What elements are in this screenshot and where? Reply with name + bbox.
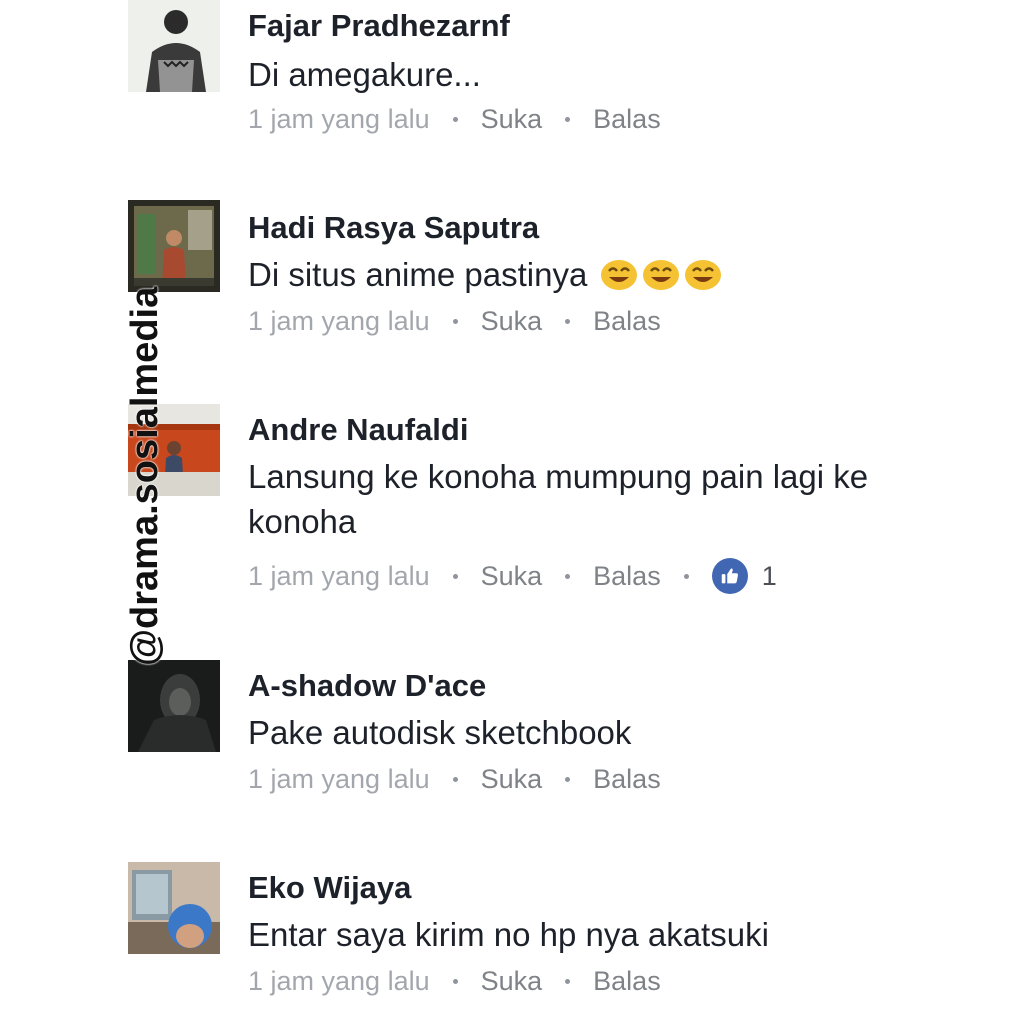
separator-dot [452, 319, 458, 324]
separator-dot [452, 777, 458, 782]
comment-meta: 1 jam yang lalu Suka Balas [248, 306, 661, 337]
comment-text: Di amegakure... [248, 56, 481, 93]
comment-timestamp[interactable]: 1 jam yang lalu [248, 306, 430, 337]
like-button[interactable]: Suka [481, 104, 543, 135]
comment-author[interactable]: Fajar Pradhezarnf [248, 8, 510, 44]
reply-button[interactable]: Balas [593, 306, 661, 337]
reply-button[interactable]: Balas [593, 764, 661, 795]
comment-author[interactable]: Hadi Rasya Saputra [248, 210, 539, 246]
avatar[interactable] [128, 200, 220, 292]
comment-text: Entar saya kirim no hp nya akatsuki [248, 916, 769, 953]
laughing-emoji-icon [684, 260, 721, 290]
comment-meta: 1 jam yang lalu Suka Balas [248, 966, 661, 997]
comment-author[interactable]: A-shadow D'ace [248, 668, 486, 704]
like-button[interactable]: Suka [481, 306, 543, 337]
comment-text: Lansung ke konoha mumpung pain lagi ke k… [248, 458, 869, 540]
separator-dot [452, 979, 458, 984]
thumbs-up-icon[interactable] [711, 558, 748, 594]
laughing-emoji-icon [600, 260, 637, 290]
comment-timestamp[interactable]: 1 jam yang lalu [248, 561, 430, 592]
comment-thread: Fajar Pradhezarnf Di amegakure... 1 jam … [0, 0, 1024, 1024]
comment-timestamp[interactable]: 1 jam yang lalu [248, 764, 430, 795]
avatar-photo [128, 862, 220, 954]
avatar-photo [128, 660, 220, 752]
reply-button[interactable]: Balas [593, 966, 661, 997]
separator-dot [565, 319, 571, 324]
thumbs-up-glyph [721, 568, 738, 584]
separator-dot [565, 979, 571, 984]
laughing-emoji-icon [642, 260, 679, 290]
comment-meta: 1 jam yang lalu Suka Balas [248, 764, 661, 795]
separator-dot [565, 573, 571, 579]
comment-author[interactable]: Andre Naufaldi [248, 412, 468, 448]
separator-dot [565, 777, 571, 782]
reaction-count[interactable]: 1 [762, 561, 777, 592]
comment-text: Di situs anime pastinya [248, 252, 928, 297]
separator-dot [452, 573, 458, 579]
separator-dot [452, 117, 458, 122]
comment-author[interactable]: Eko Wijaya [248, 870, 411, 906]
separator-dot [683, 573, 689, 579]
comment-meta: 1 jam yang lalu Suka Balas [248, 104, 661, 135]
reply-button[interactable]: Balas [593, 561, 661, 592]
comment-timestamp[interactable]: 1 jam yang lalu [248, 104, 430, 135]
avatar[interactable] [128, 862, 220, 954]
reply-button[interactable]: Balas [593, 104, 661, 135]
avatar[interactable] [128, 0, 220, 92]
watermark-text: @drama.sosialmedia [124, 286, 166, 666]
comment-timestamp[interactable]: 1 jam yang lalu [248, 966, 430, 997]
like-button[interactable]: Suka [481, 966, 543, 997]
avatar-photo [128, 200, 220, 292]
comment-text: Pake autodisk sketchbook [248, 714, 632, 751]
comment-text-content: Di situs anime pastinya [248, 256, 588, 293]
comment-meta: 1 jam yang lalu Suka Balas 1 [248, 558, 777, 594]
like-button[interactable]: Suka [481, 561, 543, 592]
separator-dot [565, 117, 571, 122]
like-button[interactable]: Suka [481, 764, 543, 795]
avatar-photo [128, 0, 220, 92]
avatar[interactable] [128, 660, 220, 752]
